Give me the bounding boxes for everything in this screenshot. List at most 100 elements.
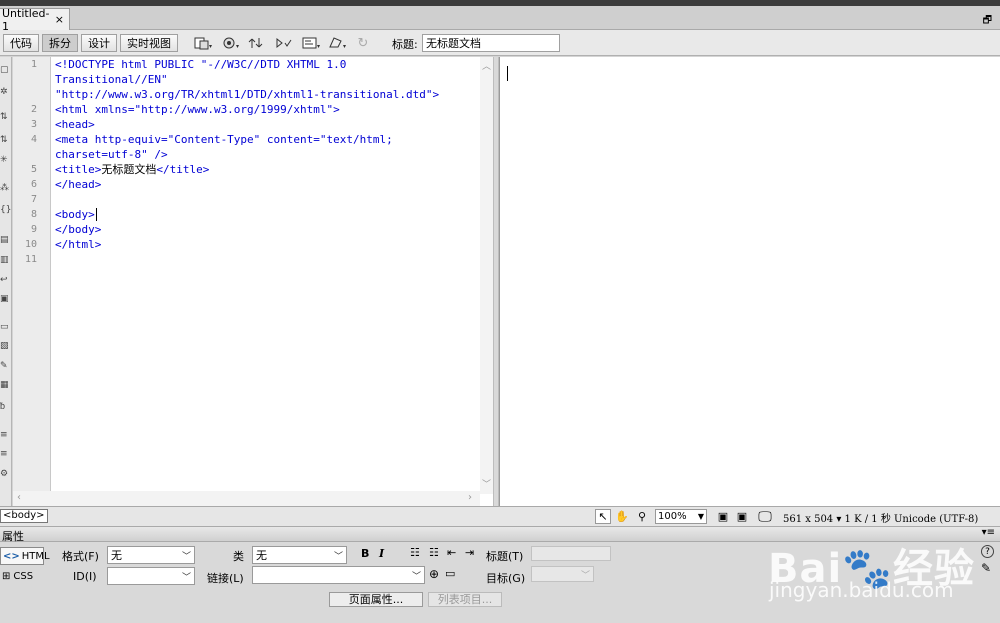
select-parent-tag-icon[interactable]: ⁂ bbox=[0, 183, 12, 193]
code-line[interactable]: <html xmlns="http://www.w3.org/1999/xhtm… bbox=[55, 102, 340, 117]
zoom-icon[interactable]: ⚲ bbox=[634, 509, 650, 524]
collapse-selection-icon[interactable]: ⇅ bbox=[0, 135, 12, 145]
heading-label: 标题(T) bbox=[486, 550, 524, 563]
indent-icon[interactable]: ⇥ bbox=[465, 546, 474, 559]
format-select[interactable]: 无 ﹀ bbox=[107, 546, 195, 564]
word-wrap-icon[interactable]: ↩ bbox=[0, 275, 12, 285]
browse-folder-icon[interactable]: ▭ bbox=[445, 567, 455, 580]
class-select[interactable]: 无 ﹀ bbox=[252, 546, 347, 564]
code-line[interactable]: </html> bbox=[55, 237, 101, 252]
live-view-button[interactable]: 实时视图 bbox=[120, 34, 178, 52]
design-caret bbox=[507, 66, 508, 81]
id-label: ID(I) bbox=[73, 570, 97, 583]
line-number: 6 bbox=[30, 179, 37, 190]
html-label: HTML bbox=[21, 550, 50, 562]
syntax-error-icon[interactable]: ▣ bbox=[0, 294, 12, 304]
line-number: 11 bbox=[24, 254, 37, 265]
comment-icon[interactable]: ▭ bbox=[0, 322, 12, 332]
refresh-design-icon[interactable]: ↻ bbox=[352, 34, 374, 52]
design-view-button[interactable]: 设计 bbox=[81, 34, 117, 52]
outdent-icon[interactable]: ≡ bbox=[0, 449, 12, 459]
zoom-select[interactable]: 100% ▼ bbox=[655, 509, 707, 524]
document-toolbar: 代码 拆分 设计 实时视图 ↻ 标题: bbox=[0, 30, 1000, 56]
document-tab-label: Untitled-1 bbox=[2, 6, 50, 33]
highlight-invalid-icon[interactable]: ▥ bbox=[0, 255, 12, 265]
italic-button[interactable]: I bbox=[379, 547, 384, 560]
id-select[interactable]: ﹀ bbox=[107, 567, 195, 585]
format-label: 格式(F) bbox=[62, 550, 99, 563]
outdent-icon[interactable]: ⇤ bbox=[447, 546, 456, 559]
code-line[interactable]: </body> bbox=[55, 222, 101, 237]
line-numbers-icon[interactable]: ▤ bbox=[0, 235, 12, 245]
window-size-icon-2[interactable]: ▣ bbox=[734, 509, 750, 524]
format-source-icon[interactable]: ⚙ bbox=[0, 469, 12, 479]
check-browser-icon[interactable] bbox=[327, 34, 349, 52]
close-icon[interactable]: × bbox=[55, 13, 64, 26]
hand-icon[interactable]: ✋ bbox=[614, 509, 630, 524]
uncomment-icon[interactable]: ▧ bbox=[0, 341, 12, 351]
help-icon[interactable]: ? bbox=[981, 545, 994, 558]
list-item-button[interactable]: 列表项目... bbox=[428, 592, 502, 607]
indent-icon[interactable]: ≡ bbox=[0, 430, 12, 440]
balance-braces-icon[interactable]: {} bbox=[0, 205, 12, 215]
move-css-icon[interactable]: ᵬ bbox=[0, 402, 12, 412]
wrap-tag-icon[interactable]: ✎ bbox=[0, 361, 12, 371]
heading-input[interactable] bbox=[531, 546, 611, 561]
panel-menu-icon[interactable]: ▾≡ bbox=[982, 527, 995, 538]
refresh-icon[interactable] bbox=[247, 34, 269, 52]
code-icon: <> bbox=[3, 550, 20, 562]
code-line[interactable]: <meta http-equiv="Content-Type" content=… bbox=[55, 132, 393, 147]
target-select[interactable]: ﹀ bbox=[531, 566, 594, 582]
line-number: 2 bbox=[30, 104, 37, 115]
title-label: 标题: bbox=[392, 38, 418, 51]
scroll-right-icon[interactable]: › bbox=[468, 492, 472, 503]
title-close-tag: </title> bbox=[156, 163, 210, 176]
code-line[interactable]: <body> bbox=[55, 207, 95, 222]
window-size-icon[interactable]: ▣ bbox=[715, 509, 731, 524]
file-management-icon[interactable] bbox=[192, 34, 214, 52]
code-line[interactable]: <head> bbox=[55, 117, 95, 132]
visual-aids-icon[interactable] bbox=[300, 34, 322, 52]
scroll-left-icon[interactable]: ‹ bbox=[17, 492, 21, 503]
line-number: 4 bbox=[30, 134, 37, 145]
document-tab[interactable]: Untitled-1 × bbox=[0, 6, 70, 33]
code-line[interactable]: <!DOCTYPE html PUBLIC "-//W3C//DTD XHTML… bbox=[55, 57, 346, 72]
open-documents-icon[interactable]: ▢ bbox=[0, 65, 12, 75]
css-label: CSS bbox=[13, 570, 34, 582]
ordered-list-icon[interactable]: ☷ bbox=[429, 546, 439, 559]
code-line[interactable]: charset=utf-8" /> bbox=[55, 147, 168, 162]
restore-icon[interactable]: 🗗 bbox=[983, 13, 992, 30]
title-input[interactable] bbox=[422, 34, 560, 52]
document-tab-bar: Untitled-1 × 🗗 bbox=[0, 6, 1000, 33]
star-icon[interactable]: ✲ bbox=[0, 87, 12, 97]
code-horizontal-scrollbar[interactable]: ‹ › bbox=[13, 491, 480, 506]
code-line[interactable]: </head> bbox=[55, 177, 101, 192]
expand-all-icon[interactable]: ✳ bbox=[0, 155, 12, 165]
tag-selector[interactable]: <body> bbox=[0, 509, 48, 523]
line-number: 10 bbox=[24, 239, 37, 250]
select-icon[interactable]: ↖ bbox=[595, 509, 611, 524]
css-mode-button[interactable]: ⊞ CSS bbox=[0, 567, 44, 585]
link-select[interactable]: ﹀ bbox=[252, 566, 425, 584]
unordered-list-icon[interactable]: ☷ bbox=[410, 546, 420, 559]
split-view-button[interactable]: 拆分 bbox=[42, 34, 78, 52]
design-view[interactable] bbox=[499, 57, 1000, 506]
preview-icon[interactable] bbox=[220, 34, 242, 52]
point-to-file-icon[interactable]: ⊕ bbox=[429, 567, 439, 581]
monitor-icon[interactable]: 🖵 bbox=[757, 509, 773, 525]
recent-snippets-icon[interactable]: ▦ bbox=[0, 380, 12, 390]
page-properties-button[interactable]: 页面属性... bbox=[329, 592, 423, 607]
code-vertical-scrollbar[interactable]: ︿ ﹀ bbox=[480, 57, 493, 494]
edit-icon[interactable]: ✎ bbox=[981, 561, 991, 575]
validate-icon[interactable] bbox=[274, 34, 296, 52]
html-mode-button[interactable]: <> HTML bbox=[0, 547, 50, 565]
code-view-button[interactable]: 代码 bbox=[3, 34, 39, 52]
line-number: 7 bbox=[30, 194, 37, 205]
scroll-up-icon[interactable]: ︿ bbox=[482, 59, 491, 72]
code-line-title[interactable]: <title>无标题文档</title> bbox=[55, 162, 209, 177]
code-line[interactable]: Transitional//EN" bbox=[55, 72, 168, 87]
collapse-tag-icon[interactable]: ⇅ bbox=[0, 112, 12, 122]
code-line[interactable]: "http://www.w3.org/TR/xhtml1/DTD/xhtml1-… bbox=[55, 87, 439, 102]
bold-button[interactable]: B bbox=[361, 547, 369, 560]
scroll-down-icon[interactable]: ﹀ bbox=[482, 477, 491, 490]
